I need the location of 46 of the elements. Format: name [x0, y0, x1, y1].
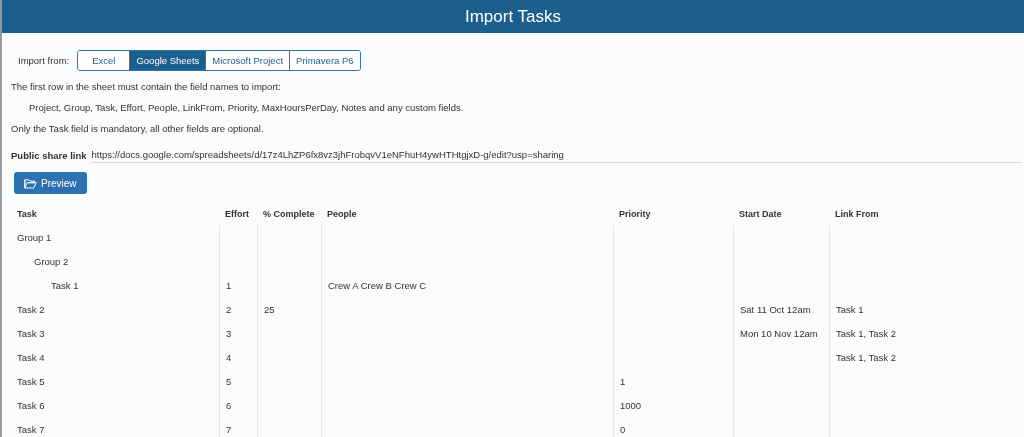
table-cell: 3 — [226, 327, 232, 339]
table-cell: Group 2 — [34, 255, 69, 267]
share-link-label: Public share link — [11, 149, 87, 161]
table-cell: 25 — [264, 303, 275, 315]
preview-button[interactable]: Preview — [14, 172, 87, 194]
table-cell: Task 6 — [17, 399, 45, 411]
table-cell: 7 — [226, 423, 232, 435]
instruction-text: The first row in the sheet must contain the field names to import: — [11, 81, 282, 92]
table-cell: Task 1 — [51, 279, 79, 291]
mandatory-note: Only the Task field is mandatory, all other fields are optional. — [11, 123, 265, 134]
import-from-label: Import from: — [18, 55, 70, 66]
table-cell: Task 4 — [17, 351, 45, 363]
column-header: People — [327, 209, 357, 219]
source-tab[interactable]: Primavera P6 — [289, 51, 360, 70]
column-header: Task — [17, 209, 37, 219]
table-cell: 6 — [226, 399, 232, 411]
column-header: Priority — [619, 209, 651, 219]
column-header: Effort — [225, 209, 249, 219]
column-header: % Complete — [263, 209, 315, 219]
table-cell: Sat 11 Oct 12am — [740, 303, 811, 315]
folder-icon — [24, 177, 37, 189]
table-cell: 4 — [226, 351, 232, 363]
source-tab[interactable]: Google Sheets — [129, 51, 206, 70]
column-header: Link From — [835, 209, 879, 219]
source-tab[interactable]: Microsoft Project — [205, 51, 290, 70]
table-cell: 5 — [226, 375, 232, 387]
table-cell: 1 — [226, 279, 232, 291]
window-title: Import Tasks — [464, 6, 562, 27]
field-list-text: Project, Group, Task, Effort, People, LinkFrom, Priority, MaxHoursPerDay, Notes and any custom fields. — [28, 102, 465, 113]
share-link-field[interactable]: https://docs.google.com/spreadsheets/d/17z4LhZP6fx8vz3jhFrobqvV1eNFhuH4ywHTHtgjxD-g/edit?usp=sharing — [90, 147, 1022, 163]
table-cell: Task 7 — [17, 423, 45, 435]
table-cell: Group 1 — [17, 231, 52, 243]
table-cell: Task 5 — [17, 375, 45, 387]
table-cell: Mon 10 Nov 12am — [740, 327, 818, 339]
table-cell: 1000 — [620, 399, 642, 411]
table-cell: Task 2 — [17, 303, 45, 315]
table-cell: Task 1, Task 2 — [836, 351, 897, 363]
table-cell: Crew A Crew B Crew C — [328, 279, 427, 291]
table-cell: 2 — [226, 303, 232, 315]
table-cell: Task 3 — [17, 327, 45, 339]
source-tab[interactable]: Excel — [78, 51, 130, 70]
table-cell: Task 1 — [836, 303, 864, 315]
table-cell: 0 — [620, 423, 626, 435]
column-header: Start Date — [739, 209, 782, 219]
table-cell: Task 1, Task 2 — [836, 327, 897, 339]
table-cell: 1 — [620, 375, 626, 387]
